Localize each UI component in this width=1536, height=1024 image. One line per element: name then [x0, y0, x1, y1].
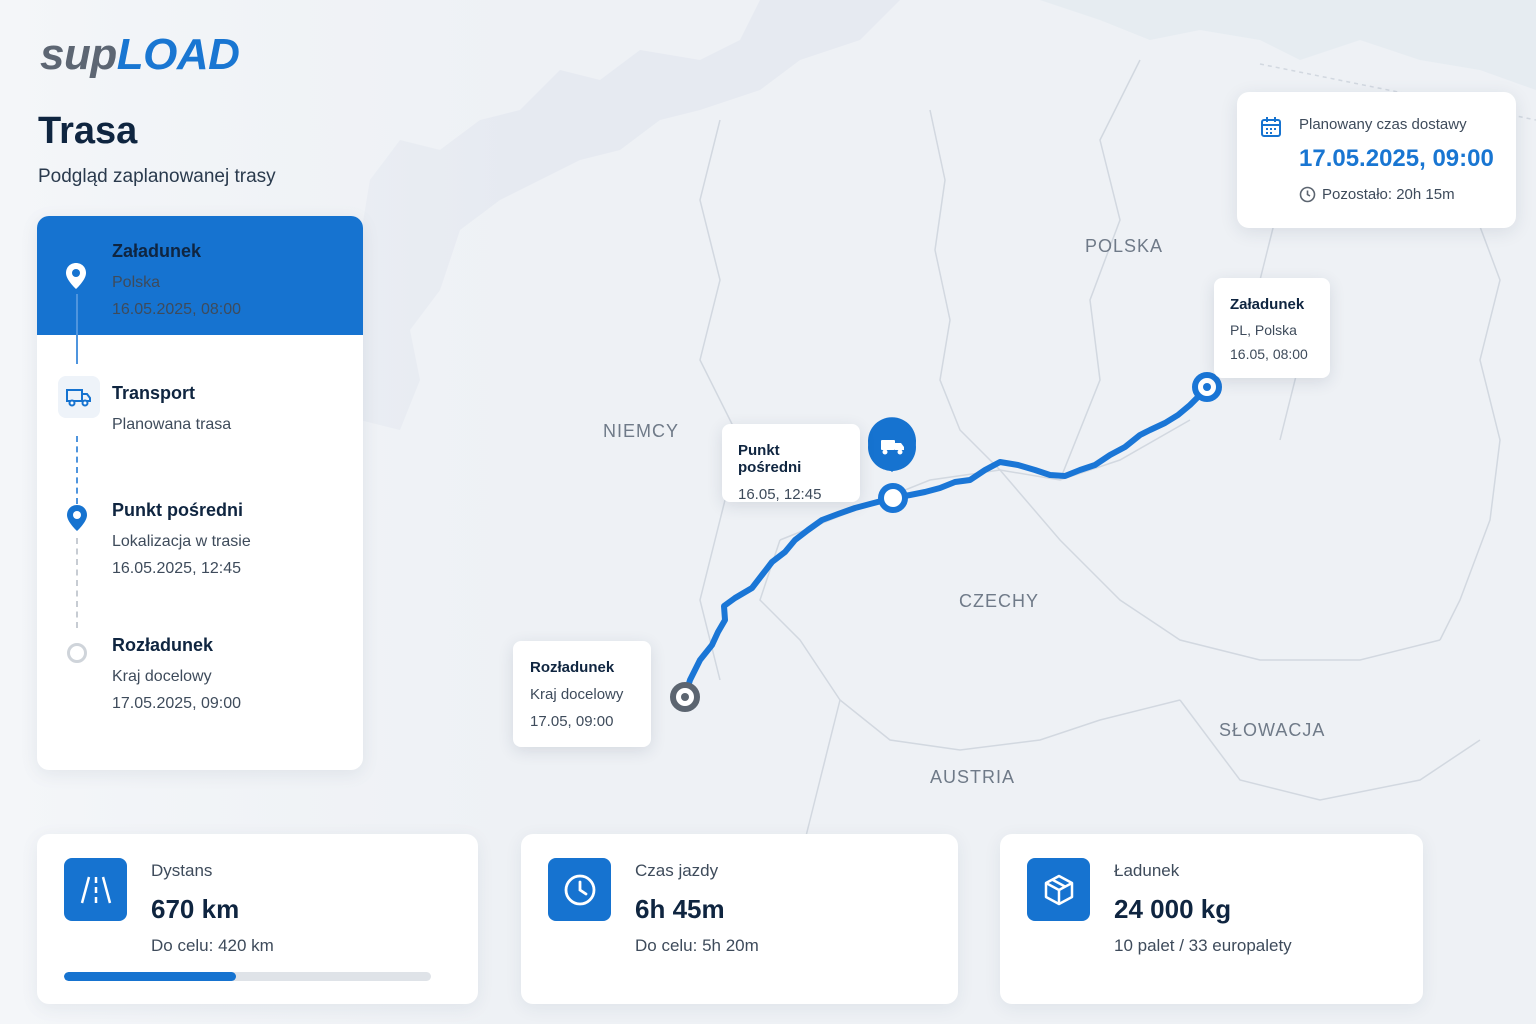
route-step-waypoint[interactable]: Punkt pośredni Lokalizacja w trasie 16.0… — [112, 500, 251, 578]
step-location: Polska — [112, 274, 161, 291]
start-marker-icon[interactable] — [1192, 372, 1222, 402]
route-steps-card: Załadunek Polska 16.05.2025, 08:00 Trans… — [37, 216, 363, 770]
page-subtitle: Podgląd zaplanowanej trasy — [38, 166, 276, 187]
popup-start[interactable]: Załadunek PL, Polska 16.05, 08:00 — [1214, 278, 1330, 378]
country-label-slowacja: SŁOWACJA — [1219, 720, 1326, 740]
step-description: Planowana trasa — [112, 416, 232, 433]
app-logo[interactable]: supLOAD — [40, 30, 240, 80]
country-label-polska: POLSKA — [1085, 236, 1164, 256]
route-step-loading[interactable]: Załadunek Polska 16.05.2025, 08:00 — [112, 241, 241, 319]
timeline-connector-dashed — [76, 436, 78, 504]
stat-sub: Do celu: 420 km — [151, 936, 274, 955]
stat-sub: 10 palet / 33 europalety — [1114, 936, 1292, 955]
stat-value: 6h 45m — [635, 894, 725, 924]
stat-value: 24 000 kg — [1114, 894, 1232, 924]
stat-label: Czas jazdy — [635, 861, 719, 880]
popup-end-time: 17.05, 09:00 — [530, 713, 614, 730]
stat-value: 670 km — [151, 894, 240, 924]
page-title: Trasa — [38, 110, 138, 152]
mid-marker-icon[interactable] — [878, 483, 908, 513]
delivery-remaining: Pozostało: 20h 15m — [1322, 186, 1455, 203]
stat-card-time: Czas jazdy 6h 45m Do celu: 5h 20m — [521, 834, 958, 1004]
country-label-niemcy: NIEMCY — [603, 421, 680, 441]
step-description: Lokalizacja w trasie — [112, 533, 251, 550]
popup-start-title: Załadunek — [1230, 296, 1305, 313]
route-step-unloading[interactable]: Rozładunek Kraj docelowy 17.05.2025, 09:… — [112, 635, 241, 713]
stat-card-cargo: Ładunek 24 000 kg 10 palet / 33 europale… — [1000, 834, 1423, 1004]
progress-fill — [64, 972, 237, 981]
circle-outline-icon — [67, 643, 87, 663]
step-title: Załadunek — [112, 241, 202, 261]
step-time: 17.05.2025, 09:00 — [112, 695, 242, 712]
distance-progress-bar — [64, 972, 431, 981]
delivery-label: Planowany czas dostawy — [1299, 116, 1467, 133]
location-pin-icon — [67, 505, 87, 531]
popup-mid-time: 16.05, 12:45 — [738, 486, 822, 503]
logo-part-load: LOAD — [116, 30, 240, 79]
step-title: Punkt pośredni — [112, 500, 244, 520]
timeline-connector — [76, 294, 78, 364]
clock-icon — [1299, 186, 1316, 203]
stat-sub: Do celu: 5h 20m — [635, 936, 759, 955]
popup-end[interactable]: Rozładunek Kraj docelowy 17.05, 09:00 — [513, 641, 651, 747]
delivery-time-card: Planowany czas dostawy 17.05.2025, 09:00… — [1237, 92, 1516, 228]
delivery-datetime: 17.05.2025, 09:00 — [1299, 145, 1494, 172]
step-title: Rozładunek — [112, 635, 214, 655]
stat-label: Dystans — [151, 861, 213, 880]
step-description: Kraj docelowy — [112, 668, 212, 685]
step-time: 16.05.2025, 12:45 — [112, 560, 242, 577]
route-step-transport[interactable]: Transport Planowana trasa — [112, 383, 231, 434]
calendar-icon — [1261, 117, 1281, 137]
popup-start-location: PL, Polska — [1230, 322, 1297, 338]
location-pin-icon — [66, 263, 86, 289]
truck-pin-icon[interactable] — [868, 417, 917, 472]
step-title: Transport — [112, 383, 196, 403]
truck-icon — [58, 376, 100, 418]
country-label-czechy: CZECHY — [959, 591, 1040, 611]
logo-part-sup: sup — [40, 30, 117, 79]
stat-label: Ładunek — [1114, 861, 1180, 880]
popup-mid[interactable]: Punkt pośredni 16.05, 12:45 — [722, 424, 860, 503]
step-time: 16.05.2025, 08:00 — [112, 301, 242, 318]
popup-end-title: Rozładunek — [530, 659, 615, 676]
popup-end-location: Kraj docelowy — [530, 686, 624, 703]
package-icon — [1027, 858, 1090, 921]
end-marker-icon[interactable] — [670, 682, 700, 712]
timeline-connector-grey — [76, 538, 78, 628]
road-icon — [64, 858, 127, 921]
clock-icon — [548, 858, 611, 921]
stat-card-distance: Dystans 670 km Do celu: 420 km — [37, 834, 478, 1004]
popup-start-time: 16.05, 08:00 — [1230, 346, 1308, 362]
country-label-austria: AUSTRIA — [930, 767, 1016, 787]
popup-mid-title: Punkt pośredni — [738, 442, 802, 476]
